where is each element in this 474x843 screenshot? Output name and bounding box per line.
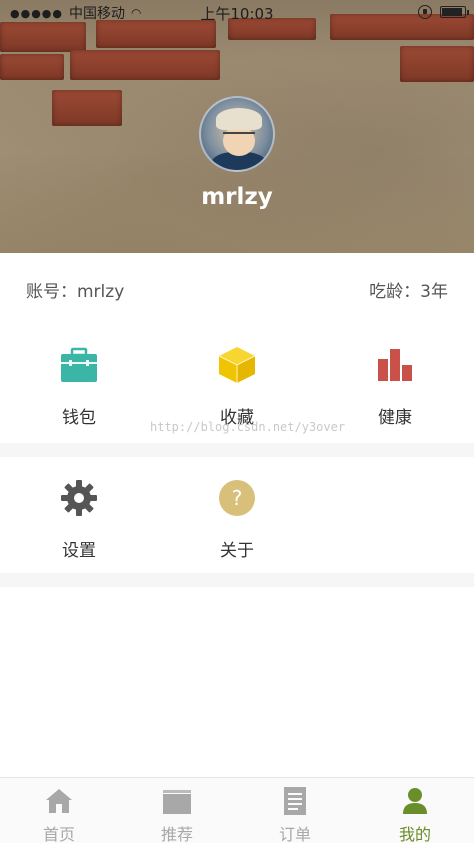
bar-chart-icon: [378, 349, 412, 381]
brick: [70, 50, 220, 80]
watermark: http://blog.csdn.net/y3over: [150, 420, 346, 434]
cube-icon: [218, 347, 256, 383]
gear-icon: [61, 480, 97, 516]
status-time: 上午10:03: [200, 4, 274, 23]
section-divider: [0, 573, 474, 587]
tab-mine-label: 我的: [398, 825, 431, 843]
recommend-icon: [163, 790, 191, 814]
favorites-button[interactable]: 收藏: [158, 325, 316, 435]
svg-text:?: ?: [232, 486, 243, 510]
order-icon: [284, 787, 306, 815]
brick: [0, 22, 86, 52]
tab-mine[interactable]: 我的: [356, 778, 474, 843]
about-label: 关于: [220, 541, 254, 561]
tab-home-label: 首页: [42, 825, 75, 843]
brick: [0, 54, 64, 80]
settings-button[interactable]: 设置: [0, 458, 158, 568]
tab-orders[interactable]: 订单: [236, 778, 354, 843]
status-bar: ●●●●● 中国移动 ◠ 上午10:03: [0, 0, 474, 26]
wallet-button[interactable]: 钱包: [0, 325, 158, 435]
account-info-row: 账号：mrlzy 吃龄：3年: [0, 253, 474, 325]
tab-orders-label: 订单: [278, 825, 311, 843]
wallet-icon: [61, 347, 97, 382]
tab-home[interactable]: 首页: [0, 778, 118, 843]
about-button[interactable]: ? 关于: [158, 458, 316, 568]
settings-label: 设置: [62, 541, 96, 561]
tab-recommend-label: 推荐: [160, 825, 193, 843]
person-icon: [403, 788, 427, 814]
age-label: 吃龄：3年: [369, 281, 448, 302]
avatar[interactable]: [199, 96, 275, 172]
battery-icon: [440, 6, 469, 18]
question-icon: ?: [219, 480, 255, 516]
tab-bar: 首页 推荐 订单 我的: [0, 777, 474, 843]
wallet-label: 钱包: [62, 408, 96, 428]
account-label: 账号：mrlzy: [26, 281, 125, 302]
profile-header: ●●●●● 中国移动 ◠ 上午10:03 mrlzy: [0, 0, 474, 253]
home-icon: [46, 789, 72, 813]
tab-recommend[interactable]: 推荐: [118, 778, 236, 843]
brick: [52, 90, 122, 126]
brick: [400, 46, 474, 82]
feature-grid-row-2: 设置 ? 关于: [0, 458, 474, 573]
health-button[interactable]: 健康: [316, 325, 474, 435]
profile-username: mrlzy: [201, 184, 273, 210]
rotation-lock-icon: [418, 5, 432, 19]
section-divider: [0, 443, 474, 457]
